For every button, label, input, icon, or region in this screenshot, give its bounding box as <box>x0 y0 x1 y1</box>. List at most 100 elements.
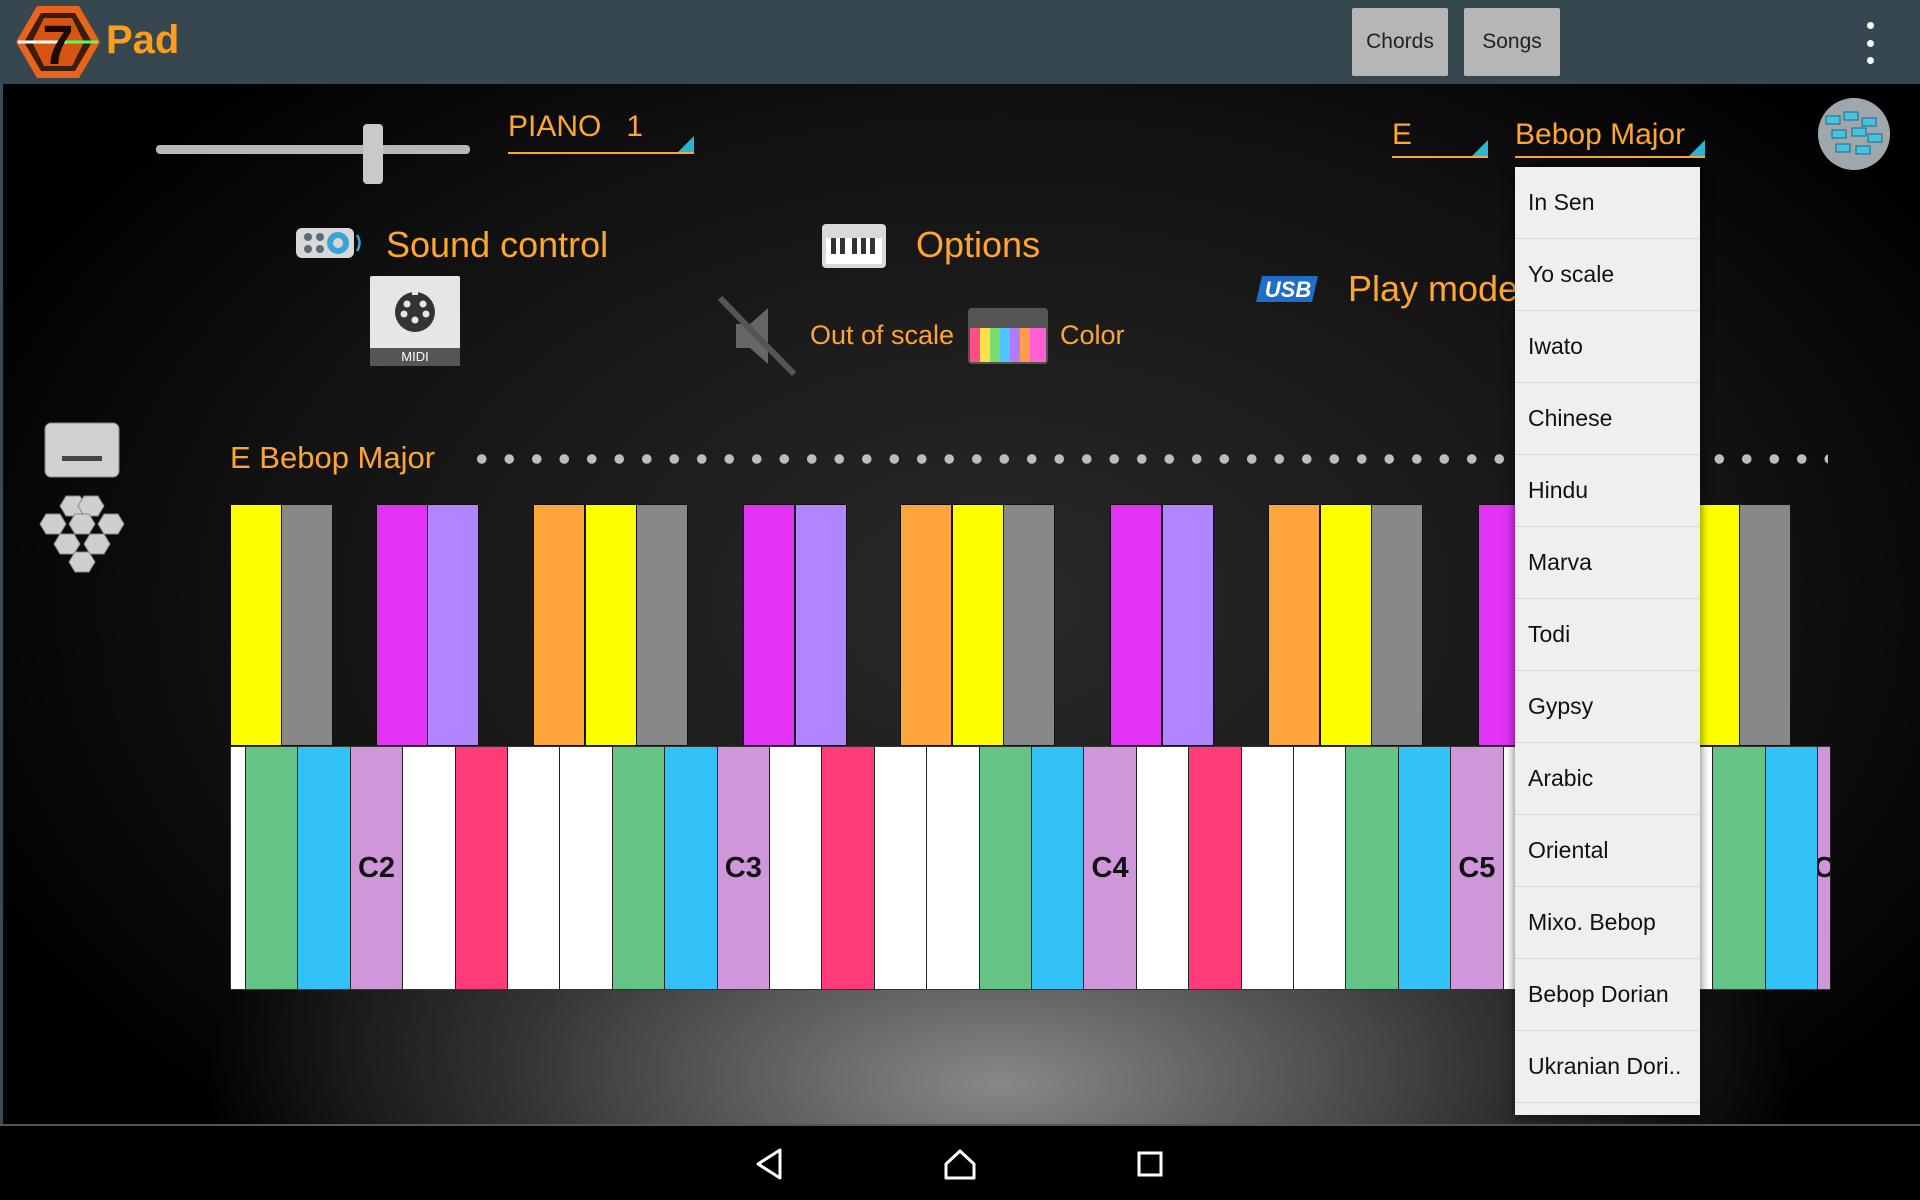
upper-key[interactable] <box>427 504 479 746</box>
upper-key[interactable] <box>1371 504 1423 746</box>
scale-option[interactable]: In Sen <box>1515 167 1700 239</box>
lower-key[interactable]: C5 <box>1451 747 1504 989</box>
upper-key[interactable] <box>636 504 688 746</box>
chords-button[interactable]: Chords <box>1352 8 1448 76</box>
scale-dropdown-menu[interactable]: In Sen Yo scale Iwato Chinese Hindu Marva Todi… <box>1515 167 1700 1115</box>
scale-option[interactable]: Chinese <box>1515 383 1700 455</box>
upper-key[interactable] <box>1268 504 1320 746</box>
lower-key[interactable]: C <box>1818 747 1831 989</box>
upper-key[interactable] <box>795 504 847 746</box>
lower-key[interactable]: C2 <box>350 747 404 989</box>
lower-key[interactable] <box>231 747 246 989</box>
scale-option[interactable]: Arabic <box>1515 743 1700 815</box>
scale-option[interactable]: Bebop Dorian <box>1515 959 1700 1031</box>
recents-icon[interactable] <box>1128 1142 1172 1186</box>
scale-option[interactable]: Iwato <box>1515 311 1700 383</box>
midi-label: MIDI <box>370 348 460 366</box>
lower-key[interactable] <box>1294 747 1347 989</box>
scale-option[interactable]: Yo scale <box>1515 239 1700 311</box>
lower-key[interactable] <box>298 747 351 989</box>
volume-slider[interactable] <box>156 124 470 184</box>
midi-button[interactable]: MIDI <box>370 276 460 366</box>
app-logo-icon: 7 <box>16 6 100 78</box>
lower-key[interactable] <box>508 747 561 989</box>
songs-button[interactable]: Songs <box>1464 8 1560 76</box>
lower-key[interactable] <box>1346 747 1399 989</box>
lower-key[interactable] <box>1765 747 1818 989</box>
upper-key[interactable] <box>1003 504 1055 746</box>
lower-key[interactable]: C3 <box>717 747 770 989</box>
spinner-arrow-icon <box>678 136 694 152</box>
app-bar: 7 Pad Chords Songs <box>0 0 1920 84</box>
color-palette-icon[interactable] <box>968 308 1048 364</box>
lower-key[interactable] <box>979 747 1032 989</box>
midi-connector-icon <box>395 290 435 332</box>
upper-key[interactable] <box>281 504 333 746</box>
scale-value: Bebop Major <box>1515 118 1686 151</box>
lower-key[interactable] <box>612 747 666 989</box>
lower-key[interactable] <box>403 747 456 989</box>
scale-option[interactable]: Gypsy <box>1515 671 1700 743</box>
spinner-underline <box>1392 156 1488 158</box>
upper-key[interactable] <box>1320 504 1372 746</box>
back-icon[interactable] <box>748 1142 792 1186</box>
scale-option[interactable]: Hindu <box>1515 455 1700 527</box>
scale-option[interactable]: Ukranian Dori.. <box>1515 1031 1700 1103</box>
lower-key[interactable] <box>1136 747 1190 989</box>
mute-icon[interactable] <box>716 294 800 378</box>
upper-key[interactable] <box>952 504 1004 746</box>
lower-key[interactable] <box>1241 747 1294 989</box>
key-value: E <box>1392 118 1413 151</box>
slider-thumb[interactable] <box>363 124 383 184</box>
scale-title: E Bebop Major <box>230 440 436 475</box>
lower-key[interactable] <box>1032 747 1085 989</box>
slider-track <box>156 145 470 154</box>
usb-icon[interactable]: USB <box>1254 274 1320 304</box>
upper-key[interactable] <box>533 504 585 746</box>
profile-avatar-icon[interactable] <box>1818 98 1890 170</box>
play-mode-label[interactable]: Play mode <box>1348 268 1518 310</box>
upper-key[interactable] <box>1110 504 1162 746</box>
lower-key[interactable] <box>455 747 508 989</box>
upper-key[interactable] <box>230 504 282 746</box>
scale-option[interactable]: Todi <box>1515 599 1700 671</box>
out-of-scale-label[interactable]: Out of scale <box>810 320 954 351</box>
app-title: Pad <box>106 18 180 62</box>
spinner-underline <box>1515 156 1705 158</box>
key-spinner[interactable]: E <box>1392 114 1488 158</box>
upper-key[interactable] <box>1739 504 1791 746</box>
lower-key[interactable] <box>560 747 613 989</box>
upper-key[interactable] <box>743 504 795 746</box>
home-icon[interactable] <box>938 1142 982 1186</box>
lower-key[interactable] <box>1713 747 1766 989</box>
edge-divider <box>0 84 3 1126</box>
scale-option[interactable]: Marva <box>1515 527 1700 599</box>
instrument-spinner[interactable]: PIANO 1 <box>508 110 694 154</box>
scale-option[interactable]: Oriental <box>1515 815 1700 887</box>
options-label[interactable]: Options <box>916 224 1040 266</box>
lower-key[interactable]: C4 <box>1084 747 1137 989</box>
spinner-arrow-icon <box>1689 140 1705 156</box>
lower-key[interactable] <box>822 747 875 989</box>
sound-control-label[interactable]: Sound control <box>386 224 608 266</box>
lower-key[interactable] <box>927 747 980 989</box>
lower-key[interactable] <box>246 747 299 989</box>
upper-key[interactable] <box>376 504 428 746</box>
lower-key[interactable] <box>770 747 823 989</box>
lower-key[interactable] <box>665 747 718 989</box>
scale-option[interactable]: Mixo. Bebop <box>1515 887 1700 959</box>
hexagon-grid-icon[interactable] <box>32 492 132 578</box>
usb-text: USB <box>1265 277 1312 302</box>
scale-spinner[interactable]: Bebop Major <box>1515 114 1705 158</box>
lower-key[interactable] <box>1398 747 1452 989</box>
lower-key[interactable] <box>874 747 928 989</box>
upper-key[interactable] <box>1162 504 1214 746</box>
color-label[interactable]: Color <box>1060 320 1125 351</box>
upper-key[interactable] <box>585 504 637 746</box>
lower-key[interactable] <box>1189 747 1242 989</box>
overflow-menu-icon[interactable] <box>1860 22 1880 64</box>
keyboard-toggle-icon[interactable] <box>44 422 120 478</box>
sound-control-icon[interactable] <box>296 226 368 260</box>
piano-options-icon[interactable] <box>822 224 886 268</box>
upper-key[interactable] <box>900 504 952 746</box>
